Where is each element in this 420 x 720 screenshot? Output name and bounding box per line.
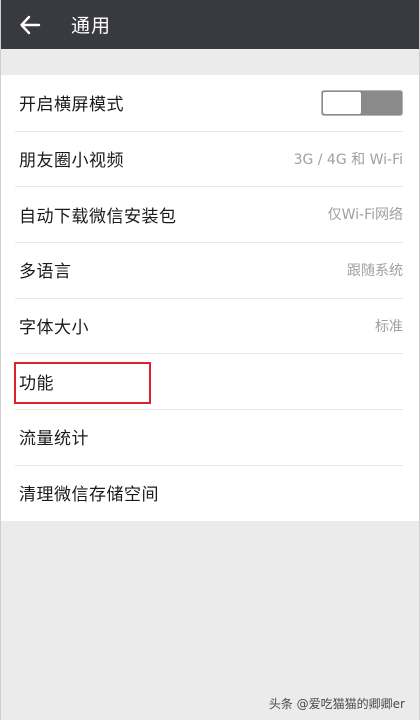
setting-row-font-size[interactable]: 字体大小 标准 <box>1 297 419 354</box>
setting-label: 朋友圈小视频 <box>19 151 124 172</box>
page-title: 通用 <box>71 15 112 37</box>
landscape-mode-toggle[interactable] <box>321 89 403 116</box>
setting-label: 开启横屏模式 <box>19 95 124 116</box>
setting-row-auto-download[interactable]: 自动下载微信安装包 仅Wi-Fi网络 <box>1 186 419 242</box>
setting-row-clear-storage[interactable]: 清理微信存储空间 <box>1 464 419 521</box>
setting-row-moments-video[interactable]: 朋友圈小视频 3G / 4G 和 Wi-Fi <box>1 130 419 187</box>
setting-row-data-usage[interactable]: 流量统计 <box>1 409 419 465</box>
setting-label: 自动下载微信安装包 <box>19 206 177 227</box>
toggle-knob <box>323 91 361 114</box>
setting-label: 清理微信存储空间 <box>19 485 159 506</box>
back-button[interactable] <box>1 0 59 49</box>
setting-label: 字体大小 <box>19 318 89 339</box>
setting-row-features[interactable]: 功能 <box>1 353 419 409</box>
watermark: 头条 @爱吃猫猫的卿卿er <box>268 697 405 711</box>
setting-value: 标准 <box>375 318 403 335</box>
setting-label: 功能 <box>19 373 54 394</box>
settings-list: 开启横屏模式 朋友圈小视频 3G / 4G 和 Wi-Fi 自动下载微信安装包 … <box>1 75 419 521</box>
setting-row-language[interactable]: 多语言 跟随系统 <box>1 242 419 298</box>
setting-label: 流量统计 <box>19 429 89 450</box>
arrow-left-icon <box>20 15 41 34</box>
phone-screen: 通用 开启横屏模式 朋友圈小视频 3G / 4G 和 Wi-Fi 自动下载微信安… <box>0 0 420 720</box>
setting-value: 3G / 4G 和 Wi-Fi <box>293 151 403 168</box>
setting-value: 跟随系统 <box>347 262 403 279</box>
setting-value: 仅Wi-Fi网络 <box>327 207 403 224</box>
setting-label: 多语言 <box>19 262 72 283</box>
app-bar: 通用 <box>1 0 419 49</box>
setting-row-landscape-mode[interactable]: 开启横屏模式 <box>1 75 419 131</box>
